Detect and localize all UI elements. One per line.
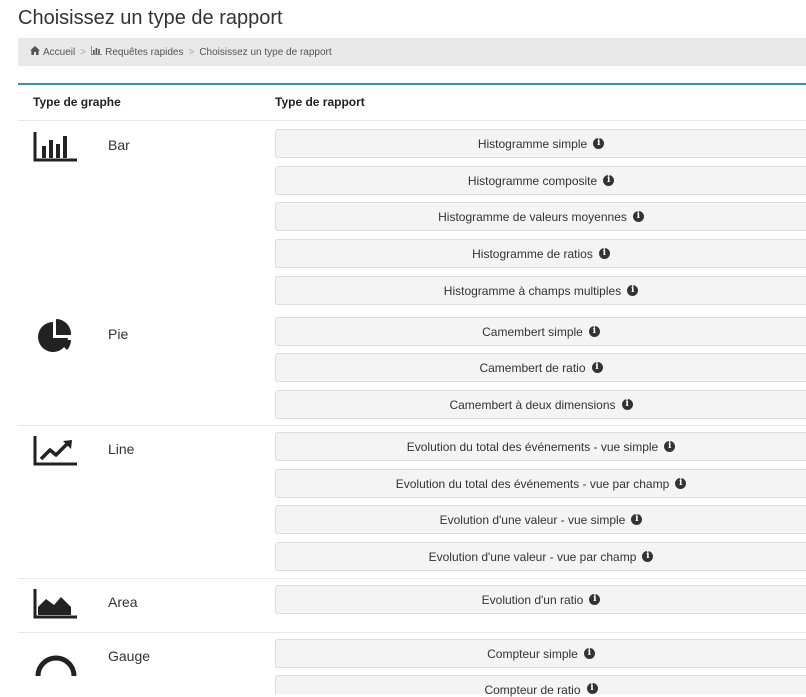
report-label: Camembert simple (482, 324, 583, 339)
report-label: Histogramme composite (467, 173, 598, 188)
report-label: Evolution d'une valeur - vue par champ (428, 549, 637, 564)
report-label: Evolution du total des événements - vue … (406, 439, 659, 454)
report-label: Evolution du total des événements - vue … (395, 476, 670, 491)
info-icon[interactable]: i (664, 441, 676, 452)
report-label: Evolution d'un ratio (481, 592, 584, 607)
report-label: Histogramme de ratios (472, 246, 593, 261)
bar-chart-icon (33, 128, 79, 168)
report-button-evolution-valeur-vue-par-champ[interactable]: Evolution d'une valeur - vue par champ i (275, 542, 806, 571)
page-title: Choisissez un type de rapport (18, 7, 283, 29)
divider (18, 120, 806, 121)
report-label: Compteur de ratio (484, 683, 581, 697)
report-button-histogramme-simple[interactable]: Histogramme simple i (275, 129, 806, 158)
info-icon[interactable]: i (593, 138, 605, 149)
info-icon[interactable]: i (632, 211, 644, 222)
info-icon[interactable]: i (603, 175, 615, 186)
info-icon[interactable]: i (642, 551, 654, 562)
info-icon[interactable]: i (675, 478, 687, 489)
breadcrumb-current: Choisissez un type de rapport (199, 46, 332, 58)
breadcrumb-separator: > (80, 46, 87, 58)
divider (18, 578, 806, 579)
info-icon[interactable]: i (621, 399, 633, 410)
report-label: Camembert à deux dimensions (449, 397, 616, 412)
graph-type-gauge: Gauge (108, 648, 151, 664)
report-label: Compteur simple (487, 646, 578, 661)
report-button-compteur-simple[interactable]: Compteur simple i (275, 639, 806, 668)
report-button-evolution-ratio[interactable]: Evolution d'un ratio i (275, 585, 806, 614)
section-top-border (18, 83, 806, 85)
pie-chart-icon (33, 318, 79, 358)
info-icon[interactable]: i (627, 285, 639, 296)
report-label: Histogramme à champs multiples (443, 283, 622, 298)
graph-type-bar: Bar (108, 137, 130, 153)
report-button-camembert-simple[interactable]: Camembert simple i (275, 317, 806, 346)
graph-type-area: Area (108, 594, 138, 610)
breadcrumb: Accueil > Requêtes rapides > Choisissez … (18, 38, 806, 66)
report-label: Histogramme de valeurs moyennes (438, 209, 627, 224)
report-button-histogramme-composite[interactable]: Histogramme composite i (275, 166, 806, 195)
info-icon[interactable]: i (588, 326, 600, 337)
report-button-evolution-total-vue-par-champ[interactable]: Evolution du total des événements - vue … (275, 469, 806, 498)
column-header-graph-type: Type de graphe (33, 95, 121, 109)
report-button-camembert-ratio[interactable]: Camembert de ratio i (275, 353, 806, 382)
info-icon[interactable]: i (598, 248, 610, 259)
line-chart-icon (33, 432, 79, 472)
info-icon[interactable]: i (631, 514, 643, 525)
report-button-evolution-total-vue-simple[interactable]: Evolution du total des événements - vue … (275, 432, 806, 461)
report-label: Evolution d'une valeur - vue simple (439, 512, 626, 527)
divider (18, 632, 806, 633)
info-icon[interactable]: i (583, 648, 595, 659)
breadcrumb-separator: > (188, 46, 195, 58)
breadcrumb-quick-queries-link[interactable]: Requêtes rapides (105, 47, 183, 58)
report-button-compteur-ratio[interactable]: Compteur de ratio i (275, 675, 806, 697)
gauge-icon (33, 642, 79, 682)
column-header-report-type: Type de rapport (275, 95, 365, 109)
report-label: Histogramme simple (477, 136, 588, 151)
area-chart-icon (33, 585, 79, 625)
report-label: Camembert de ratio (479, 360, 586, 375)
info-icon[interactable]: i (586, 683, 598, 694)
graph-type-pie: Pie (108, 326, 129, 342)
info-icon[interactable]: i (591, 362, 603, 373)
report-button-camembert-deux-dimensions[interactable]: Camembert à deux dimensions i (275, 390, 806, 419)
divider (18, 425, 806, 426)
report-button-evolution-valeur-vue-simple[interactable]: Evolution d'une valeur - vue simple i (275, 505, 806, 534)
report-button-histogramme-champs-multiples[interactable]: Histogramme à champs multiples i (275, 276, 806, 305)
bar-chart-icon (90, 46, 103, 58)
graph-type-line: Line (108, 441, 135, 457)
report-button-histogramme-valeurs-moyennes[interactable]: Histogramme de valeurs moyennes i (275, 202, 806, 231)
breadcrumb-home-link[interactable]: Accueil (43, 47, 75, 58)
info-icon[interactable]: i (589, 594, 601, 605)
report-button-histogramme-ratios[interactable]: Histogramme de ratios i (275, 239, 806, 268)
home-icon (30, 46, 40, 58)
